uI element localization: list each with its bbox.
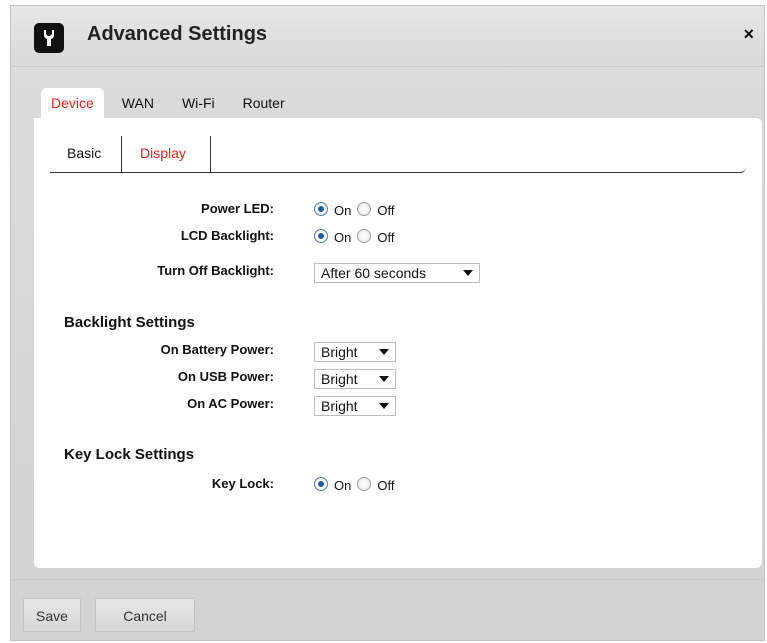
- save-button[interactable]: Save: [23, 598, 81, 632]
- usb-power-control: Bright: [314, 369, 396, 389]
- turn-off-backlight-select[interactable]: After 60 seconds: [314, 263, 480, 283]
- subtab-basic[interactable]: Basic: [67, 132, 101, 172]
- ac-power-row: On AC Power: Bright: [34, 396, 734, 420]
- subtabs: Basic Display: [50, 132, 746, 173]
- key-lock-row: Key Lock: On Off: [34, 476, 734, 500]
- key-lock-radio-group: On Off: [314, 476, 400, 493]
- key-lock-settings-heading: Key Lock Settings: [64, 446, 195, 463]
- lcd-backlight-off-radio[interactable]: [357, 228, 372, 243]
- lcd-backlight-off-label: Off: [377, 230, 395, 245]
- power-led-on-radio[interactable]: [314, 201, 328, 216]
- key-lock-on-label: On: [334, 478, 352, 493]
- power-led-radio-group: On Off: [314, 201, 400, 218]
- backlight-settings-heading: Backlight Settings: [64, 314, 195, 331]
- power-led-off-radio[interactable]: [357, 201, 372, 216]
- dialog-title: Advanced Settings: [87, 23, 268, 45]
- device-panel: Basic Display Power LED: On Off LCD Back…: [34, 118, 762, 568]
- usb-power-value: Bright: [321, 371, 358, 387]
- lcd-backlight-on-label: On: [334, 230, 352, 245]
- ac-power-label: On AC Power:: [187, 396, 274, 411]
- key-lock-on-radio[interactable]: [314, 476, 328, 491]
- chevron-down-icon: [463, 270, 473, 276]
- turn-off-backlight-value: After 60 seconds: [321, 265, 427, 281]
- main-tabs: Device WAN Wi-Fi Router: [41, 88, 303, 118]
- cancel-button[interactable]: Cancel: [95, 598, 195, 632]
- power-led-label: Power LED:: [201, 201, 274, 216]
- ac-power-control: Bright: [314, 396, 396, 416]
- key-lock-off-radio[interactable]: [357, 476, 372, 491]
- dialog-titlebar: Advanced Settings ×: [11, 6, 764, 67]
- chevron-down-icon: [379, 376, 389, 382]
- footer-divider: [11, 579, 764, 580]
- ac-power-value: Bright: [321, 398, 358, 414]
- lcd-backlight-on-radio[interactable]: [314, 228, 328, 243]
- subtab-divider: [121, 136, 122, 172]
- battery-power-value: Bright: [321, 344, 358, 360]
- turn-off-backlight-label: Turn Off Backlight:: [157, 263, 274, 278]
- turn-off-backlight-row: Turn Off Backlight: After 60 seconds: [34, 263, 734, 287]
- usb-power-row: On USB Power: Bright: [34, 369, 734, 393]
- key-lock-label: Key Lock:: [211, 476, 274, 491]
- turn-off-backlight-control: After 60 seconds: [314, 263, 480, 283]
- lcd-backlight-radio-group: On Off: [314, 228, 400, 245]
- power-led-row: Power LED: On Off: [34, 201, 734, 225]
- subtab-divider: [210, 136, 211, 172]
- lcd-backlight-label: LCD Backlight:: [180, 228, 274, 243]
- usb-power-label: On USB Power:: [177, 369, 274, 384]
- key-lock-off-label: Off: [377, 478, 395, 493]
- power-led-off-label: Off: [377, 203, 395, 218]
- tab-wifi[interactable]: Wi-Fi: [172, 88, 225, 118]
- close-icon[interactable]: ×: [743, 24, 754, 45]
- battery-power-select[interactable]: Bright: [314, 342, 396, 362]
- battery-power-row: On Battery Power: Bright: [34, 342, 734, 366]
- tab-wan[interactable]: WAN: [112, 88, 164, 118]
- chevron-down-icon: [379, 403, 389, 409]
- advanced-settings-dialog: Advanced Settings × Device WAN Wi-Fi Rou…: [10, 5, 765, 641]
- usb-power-select[interactable]: Bright: [314, 369, 396, 389]
- lcd-backlight-row: LCD Backlight: On Off: [34, 228, 734, 252]
- chevron-down-icon: [379, 349, 389, 355]
- subtab-display[interactable]: Display: [140, 132, 186, 172]
- tab-router[interactable]: Router: [233, 88, 295, 118]
- power-led-on-label: On: [334, 203, 352, 218]
- ac-power-select[interactable]: Bright: [314, 396, 396, 416]
- wrench-icon: [34, 23, 64, 53]
- battery-power-label: On Battery Power:: [160, 342, 274, 357]
- tab-device[interactable]: Device: [41, 88, 104, 118]
- battery-power-control: Bright: [314, 342, 396, 362]
